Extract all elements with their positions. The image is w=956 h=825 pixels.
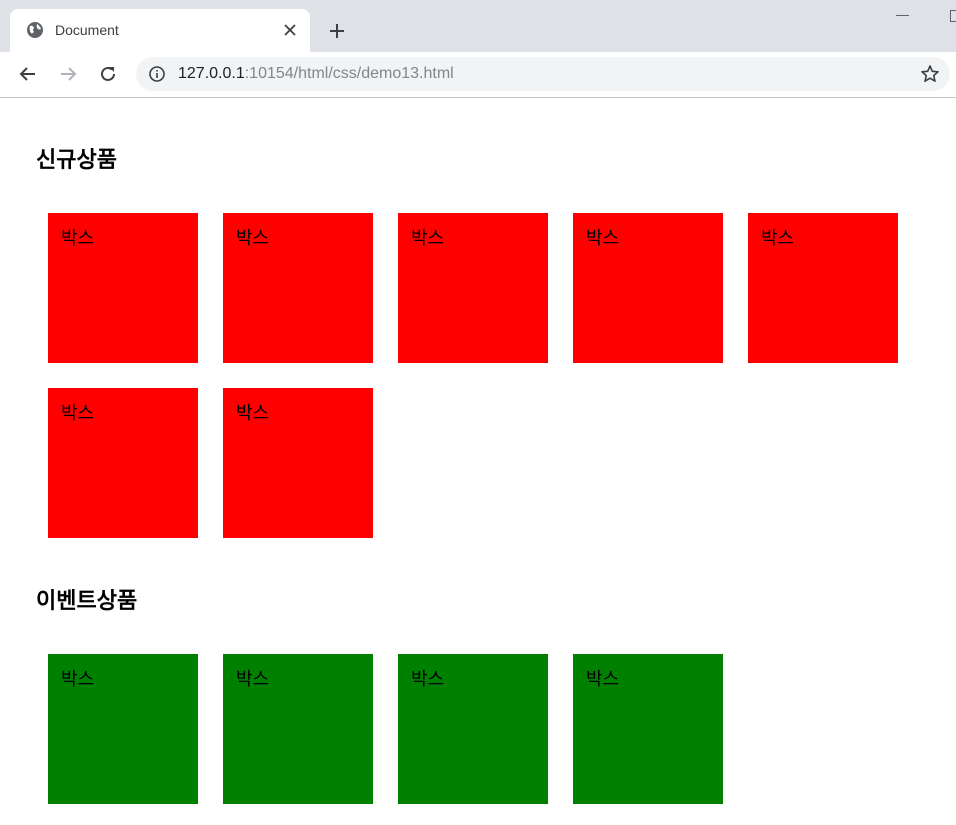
bookmark-star-icon[interactable]	[920, 64, 940, 84]
address-bar[interactable]: 127.0.0.1:10154/html/css/demo13.html	[136, 57, 950, 91]
product-box: 박스	[223, 213, 373, 363]
page-content: 신규상품 박스 박스 박스 박스 박스 박스 박스 이벤트상품 박스 박스 박스 박스	[0, 98, 956, 825]
browser-toolbar: 127.0.0.1:10154/html/css/demo13.html	[0, 52, 956, 98]
product-box: 박스	[398, 654, 548, 804]
url-path: :10154/html/css/demo13.html	[244, 65, 454, 82]
forward-icon[interactable]	[56, 62, 80, 86]
url-host: 127.0.0.1	[178, 65, 245, 82]
product-box: 박스	[573, 213, 723, 363]
new-tab-icon[interactable]	[326, 20, 348, 42]
product-box: 박스	[48, 213, 198, 363]
product-box: 박스	[573, 654, 723, 804]
product-box: 박스	[48, 654, 198, 804]
back-icon[interactable]	[16, 62, 40, 86]
section-heading-event-products: 이벤트상품	[36, 589, 138, 614]
event-products-grid: 박스 박스 박스 박스	[48, 654, 923, 804]
globe-icon	[26, 21, 44, 39]
product-box: 박스	[48, 388, 198, 538]
info-icon[interactable]	[148, 65, 166, 83]
product-box: 박스	[223, 654, 373, 804]
browser-tab[interactable]: Document	[10, 9, 310, 52]
product-box: 박스	[223, 388, 373, 538]
minimize-icon[interactable]	[896, 15, 909, 16]
url-text[interactable]: 127.0.0.1:10154/html/css/demo13.html	[178, 64, 454, 84]
product-box: 박스	[748, 213, 898, 363]
close-tab-icon[interactable]	[280, 20, 300, 40]
product-box: 박스	[398, 213, 548, 363]
tab-title: Document	[55, 22, 119, 38]
tab-strip: Document	[0, 0, 956, 52]
reload-icon[interactable]	[96, 62, 120, 86]
section-heading-new-products: 신규상품	[36, 148, 117, 173]
new-products-grid: 박스 박스 박스 박스 박스 박스 박스	[48, 213, 923, 538]
maximize-icon[interactable]	[950, 10, 956, 22]
